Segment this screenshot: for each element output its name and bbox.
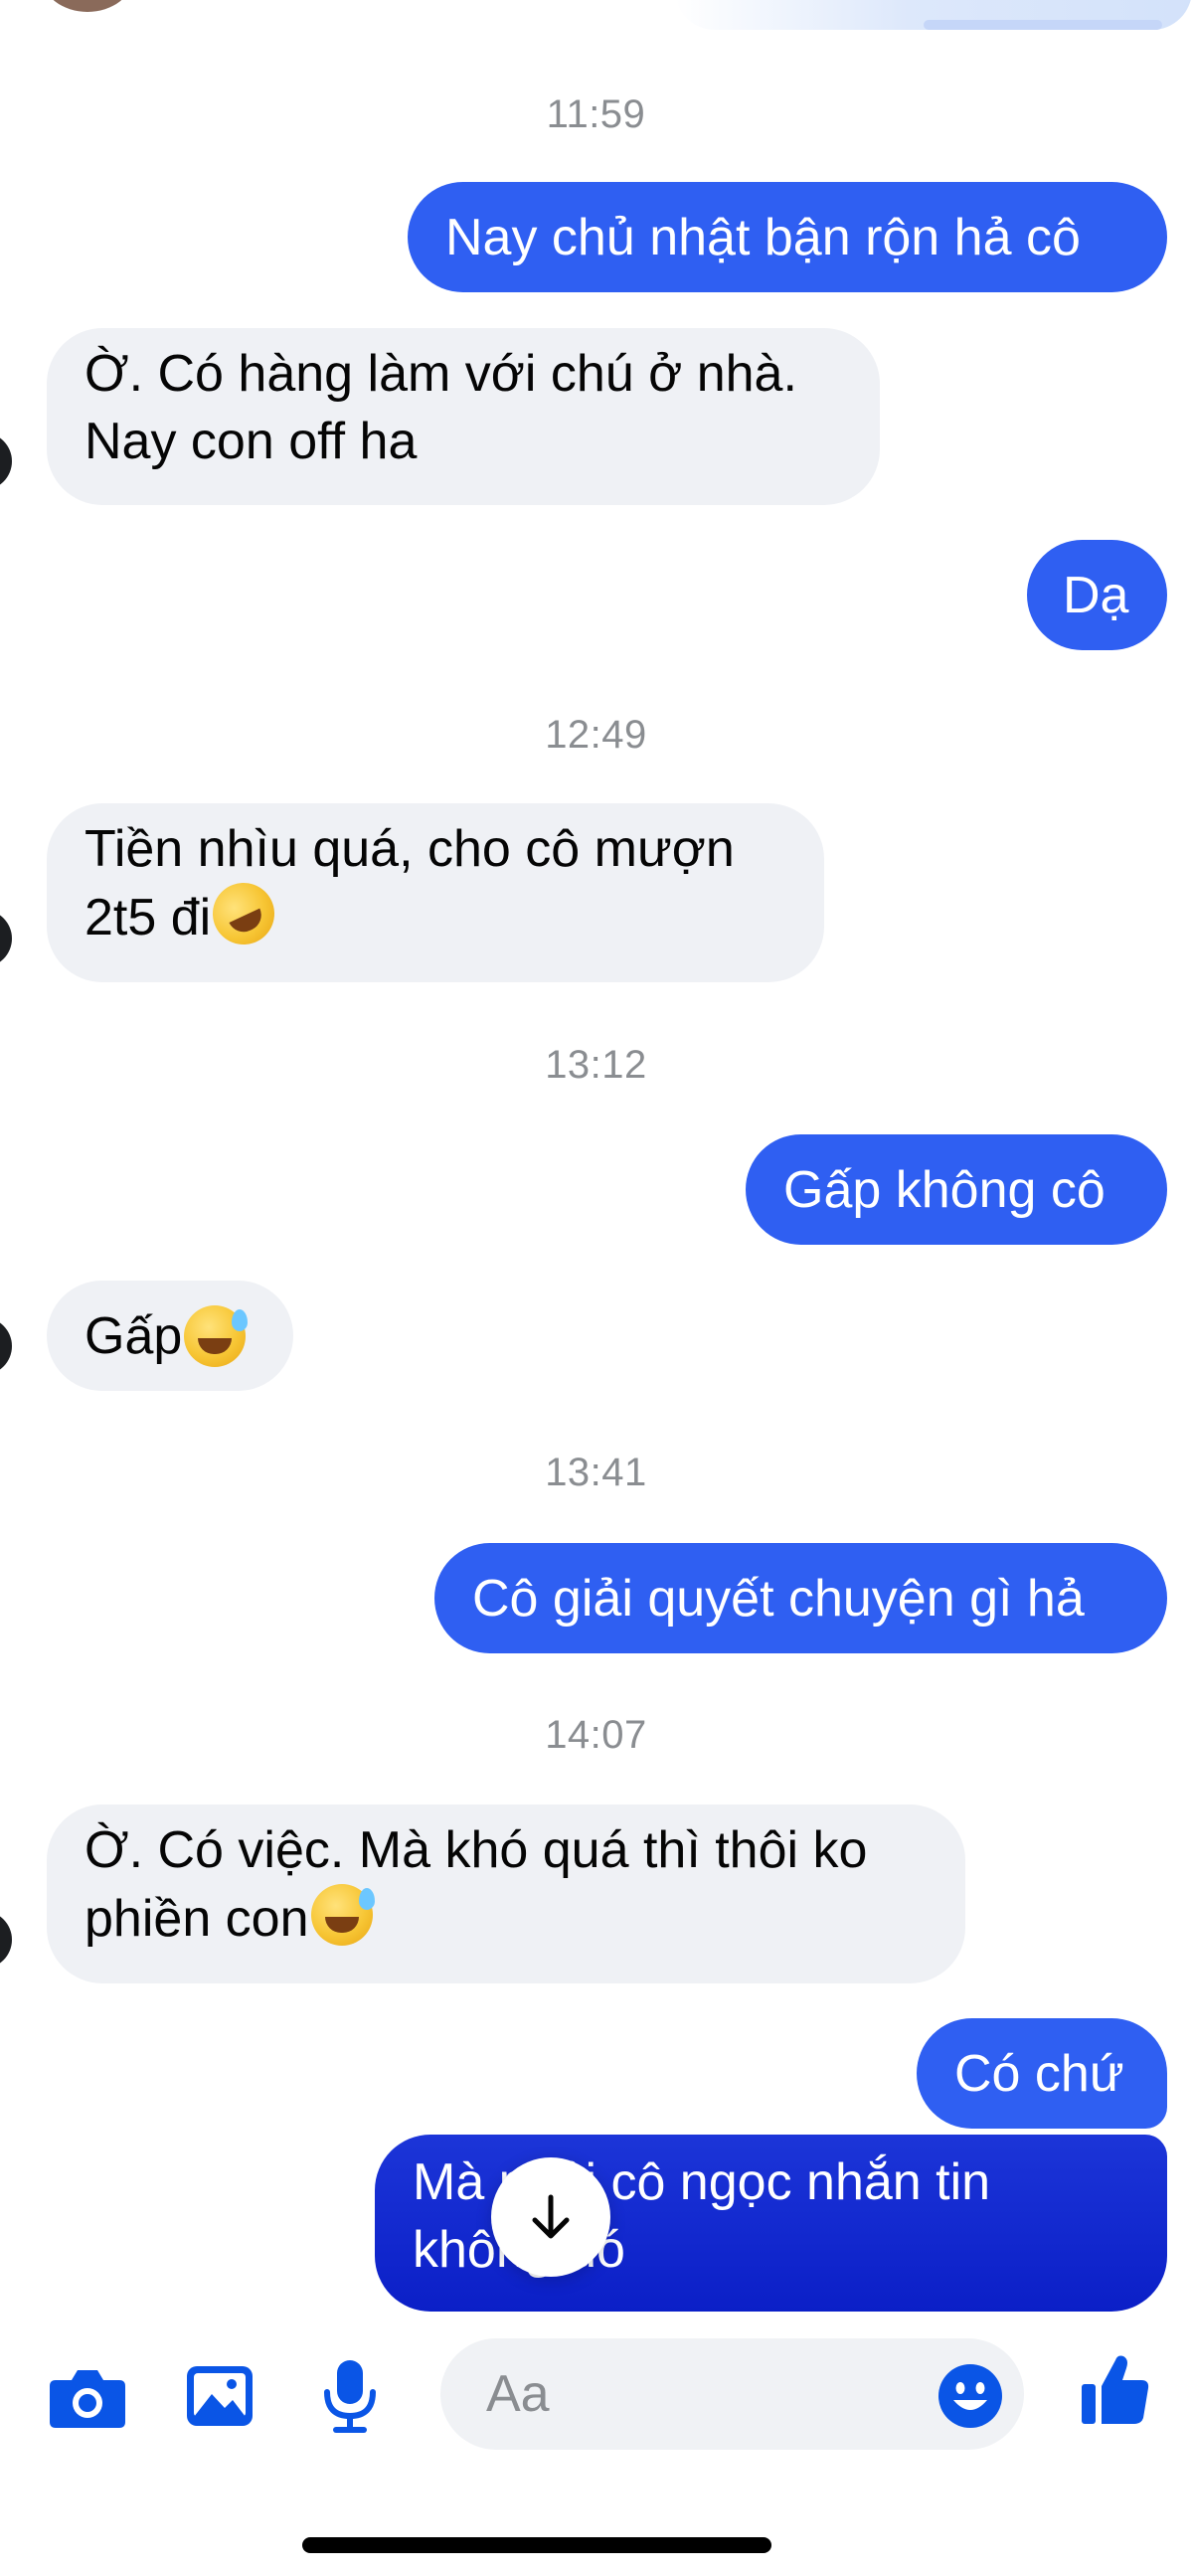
partial-contact-avatar — [42, 0, 133, 12]
timestamp: 12:49 — [545, 713, 647, 757]
camera-icon — [50, 2370, 125, 2428]
message-text-line-1: Tiền nhìu quá, cho cô mượn — [85, 820, 735, 878]
timestamp: 13:12 — [545, 1043, 647, 1087]
grinning-sweat-emoji-icon — [310, 1884, 375, 1946]
outgoing-message[interactable]: Nay chủ nhật bận rộn hả cô — [408, 182, 1167, 292]
outgoing-message[interactable]: Cô giải quyết chuyện gì hả — [434, 1543, 1167, 1653]
timestamp: 13:41 — [545, 1451, 647, 1494]
outgoing-message[interactable]: Có chứ — [917, 2018, 1167, 2129]
messenger-chat-screen: 11:59 Nay chủ nhật bận rộn hả cô Ờ. Có h… — [0, 0, 1192, 2576]
message-text: Gấp — [85, 1306, 183, 1365]
partial-previous-message — [675, 0, 1192, 30]
composer-bar — [0, 2317, 1192, 2476]
incoming-message[interactable]: Gấp — [47, 1281, 293, 1391]
scroll-to-bottom-button[interactable] — [491, 2157, 610, 2277]
gallery-icon — [187, 2366, 253, 2426]
emoji-icon — [938, 2364, 1002, 2428]
home-indicator — [302, 2537, 771, 2553]
outgoing-message[interactable]: Gấp không cô — [746, 1134, 1167, 1245]
message-text-line-1: Ờ. Có hàng làm với chú ở nhà. — [85, 345, 797, 403]
contact-avatar[interactable] — [0, 432, 12, 490]
message-text-line-2: Nay con off ha — [85, 413, 418, 470]
message-text-line-2: 2t5 đi — [85, 889, 212, 946]
incoming-message[interactable]: Ờ. Có việc. Mà khó quá thì thôi ko phiền… — [47, 1804, 965, 1983]
microphone-icon — [324, 2360, 376, 2433]
timestamp: 14:07 — [545, 1713, 647, 1757]
message-text-line-1: Ờ. Có việc. Mà khó quá thì thôi ko — [85, 1821, 868, 1879]
message-input[interactable] — [484, 2363, 866, 2425]
contact-avatar[interactable] — [0, 1911, 12, 1969]
timestamp: 11:59 — [546, 92, 646, 136]
contact-avatar[interactable] — [0, 910, 12, 967]
arrow-down-icon — [532, 2194, 570, 2239]
outgoing-message[interactable]: Dạ — [1027, 540, 1167, 650]
grinning-sweat-emoji-icon — [184, 1304, 249, 1367]
incoming-message[interactable]: Ờ. Có hàng làm với chú ở nhà. Nay con of… — [47, 328, 880, 505]
message-text: Dạ — [1063, 566, 1129, 624]
message-text: Gấp không cô — [783, 1160, 1106, 1219]
incoming-message[interactable]: Tiền nhìu quá, cho cô mượn 2t5 đi — [47, 803, 824, 982]
rolling-laughing-emoji-icon — [203, 872, 285, 955]
emoji-button[interactable] — [937, 2362, 1004, 2435]
message-text: Nay chủ nhật bận rộn hả cô — [445, 208, 1081, 266]
camera-button[interactable] — [48, 2364, 127, 2430]
thumbs-up-icon — [1082, 2355, 1149, 2424]
gallery-button[interactable] — [185, 2364, 255, 2428]
voice-message-button[interactable] — [320, 2358, 380, 2434]
message-text-line-2: phiền con — [85, 1890, 309, 1948]
message-text: Cô giải quyết chuyện gì hả — [472, 1569, 1085, 1628]
contact-avatar[interactable] — [0, 1317, 12, 1375]
message-input-field[interactable] — [440, 2338, 1024, 2450]
like-button[interactable] — [1080, 2352, 1151, 2428]
message-text: Có chứ — [954, 2044, 1124, 2103]
